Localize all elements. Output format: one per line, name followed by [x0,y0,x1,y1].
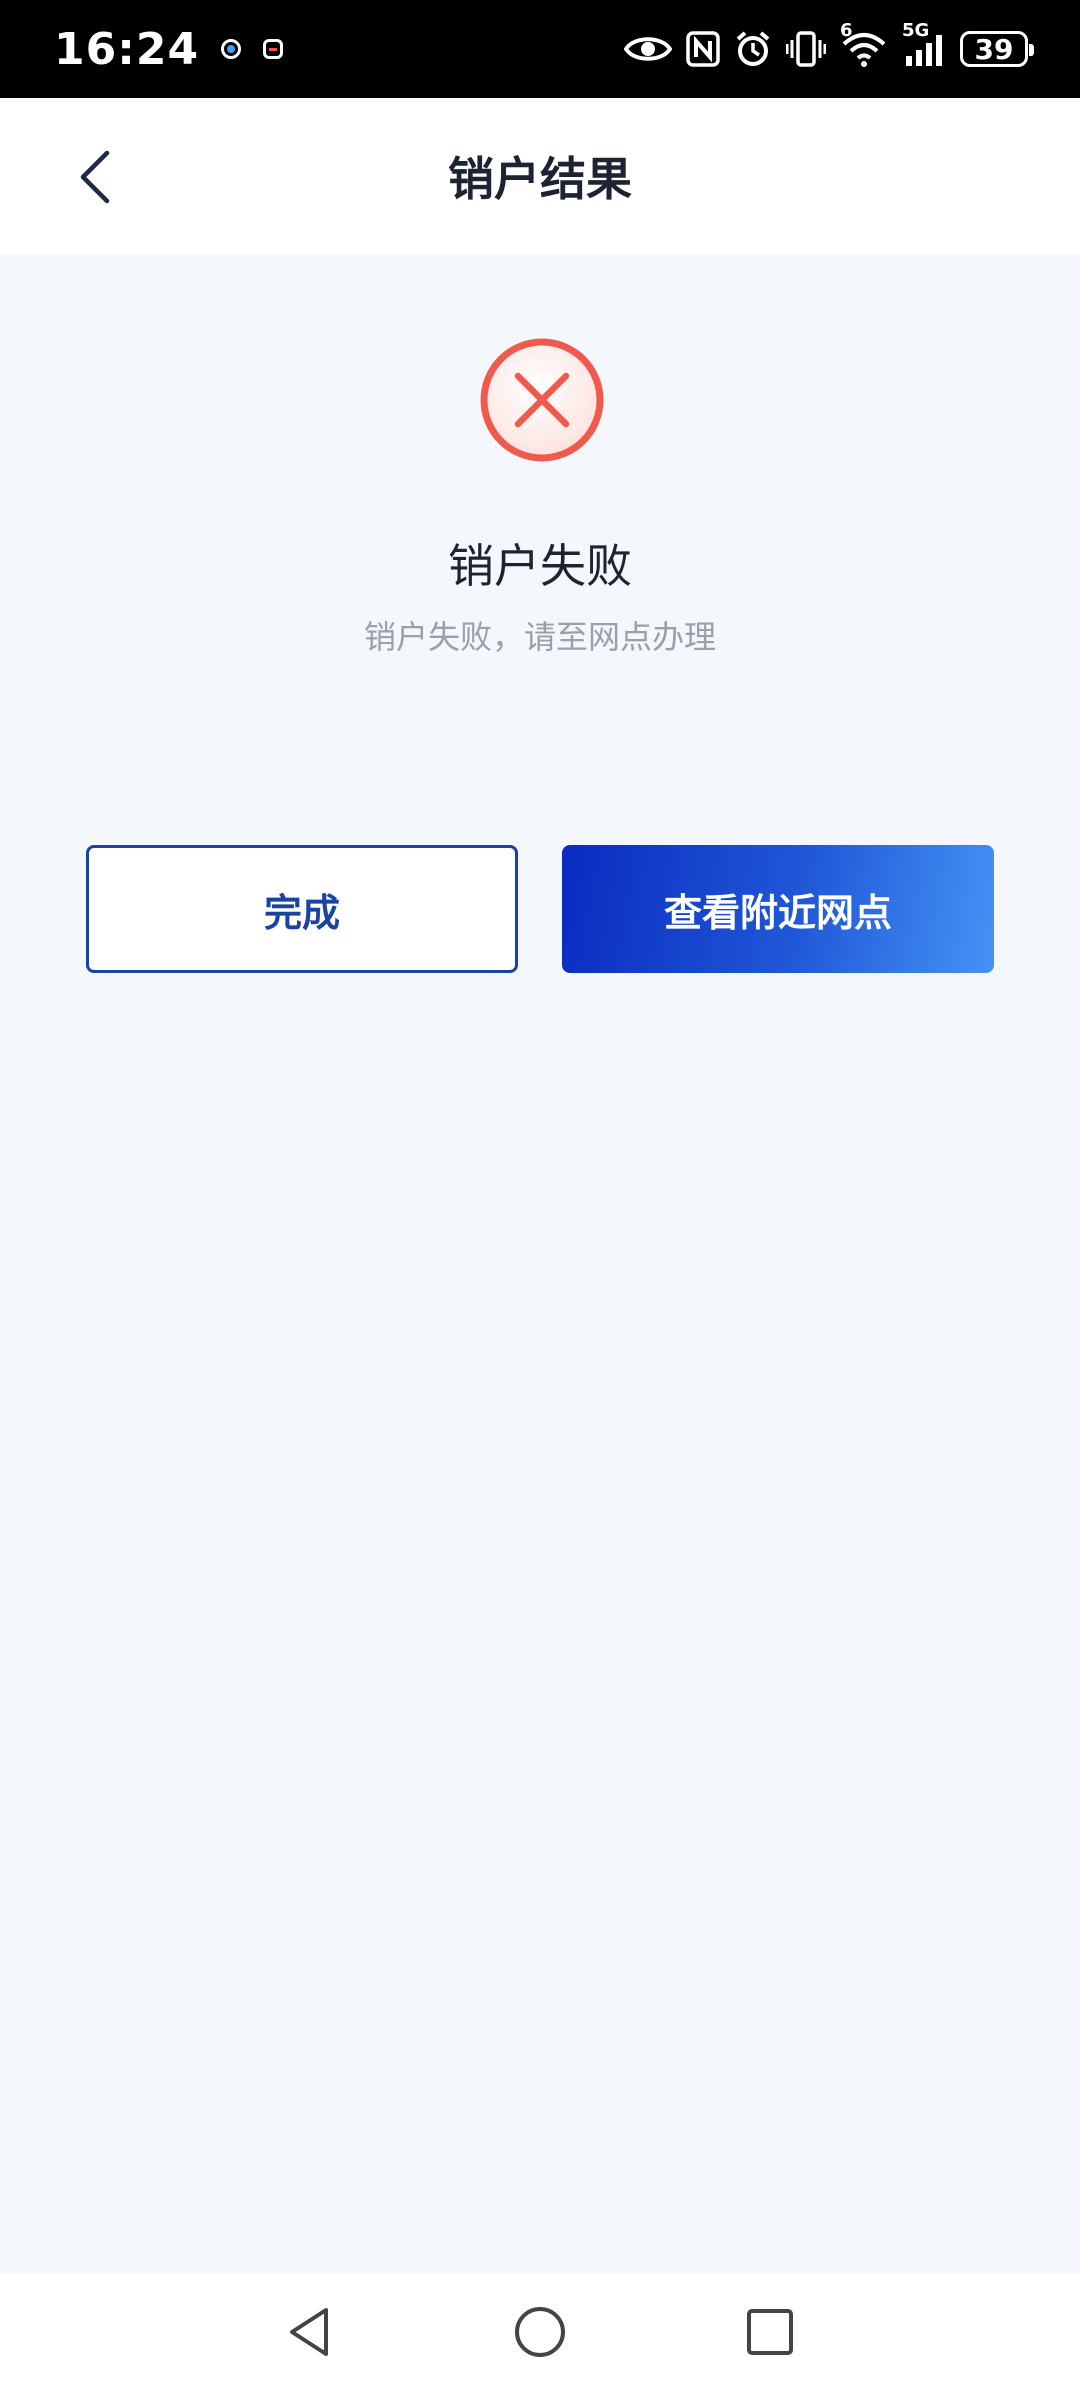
vibrate-icon [786,30,826,68]
status-right: 6 5G 39 [624,22,1034,68]
wifi-standard-label: 6 [840,20,853,41]
notification-app-icon [221,39,242,59]
square-recents-icon [747,2309,793,2355]
nav-recents-button[interactable] [742,2304,798,2360]
circle-home-icon [515,2307,565,2357]
done-button[interactable]: 完成 [86,845,518,973]
status-bar: 16:24 6 5G 39 [0,0,1080,98]
cellular-signal-icon: 5G [902,22,946,68]
nav-back-button[interactable] [282,2304,338,2360]
triangle-back-icon [290,2308,328,2356]
battery-level: 39 [974,32,1014,66]
network-type-label: 5G [902,20,930,41]
app-header: 销户结果 [0,98,1080,254]
page-title: 销户结果 [448,152,632,206]
result-title: 销户失败 [448,539,632,593]
nfc-icon [686,31,720,67]
system-nav-bar [0,2274,1080,2388]
nav-home-button[interactable] [512,2304,568,2360]
status-left: 16:24 [54,23,284,75]
alarm-icon [734,30,772,68]
chevron-left-icon [80,150,110,204]
status-time: 16:24 [54,23,200,75]
view-nearby-branches-button[interactable]: 查看附近网点 [562,845,994,973]
error-circle-x-icon [478,336,606,464]
result-subtitle: 销户失败，请至网点办理 [363,618,716,656]
wifi-icon: 6 [840,22,888,68]
eye-icon [624,33,672,65]
notification-message-icon [263,39,284,59]
screen: 16:24 6 5G 39 销户结果 销户失败 销户失败，请至网点办理 完成 查… [0,0,1080,2388]
battery-icon: 39 [960,31,1034,67]
back-button[interactable] [60,142,130,212]
